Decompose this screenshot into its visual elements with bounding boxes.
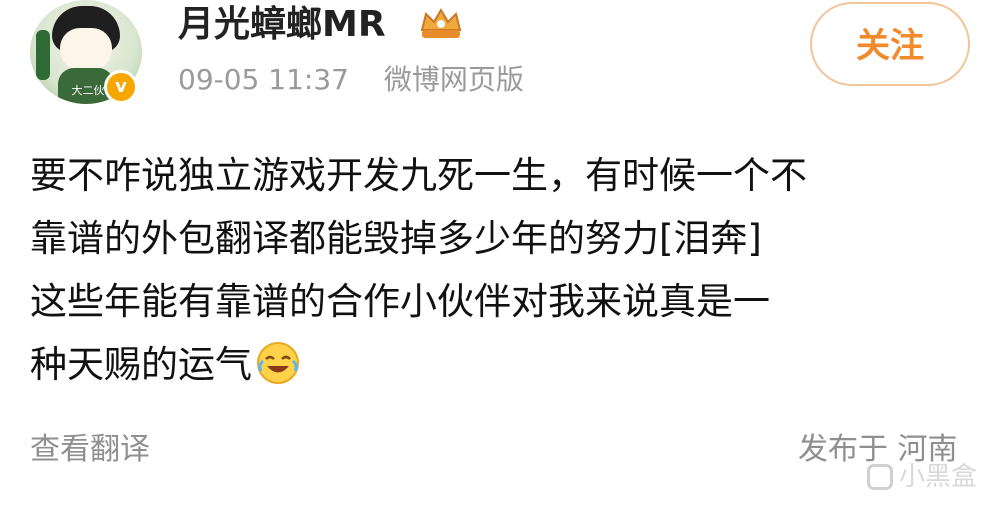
post-content-line: 种天赐的运气	[30, 343, 252, 386]
post-source: 微博网页版	[383, 63, 524, 96]
post-content-line: 这些年能有靠谱的合作小伙伴对我来说真是一	[30, 280, 770, 323]
avatar-face-decor	[60, 28, 112, 70]
crown-badge-icon[interactable]	[418, 6, 464, 42]
watermark: 小黑盒	[866, 462, 977, 492]
follow-button[interactable]: 关注	[810, 2, 970, 86]
post-content-line: 靠谱的外包翻译都能毁掉多少年的努力[泪奔]	[30, 217, 762, 260]
heybox-logo-icon	[866, 464, 893, 490]
post-meta: 09-05 11:37 微博网页版	[178, 62, 524, 98]
post-content-line-last: 种天赐的运气	[30, 333, 975, 396]
post-content-line: 要不咋说独立游戏开发九死一生，有时候一个不	[30, 154, 807, 197]
verified-v-icon: v	[104, 70, 138, 104]
post-timestamp: 09-05 11:37	[178, 63, 349, 96]
view-translation-link[interactable]: 查看翻译	[30, 430, 150, 470]
laugh-cry-emoji-icon	[257, 342, 299, 384]
watermark-text: 小黑盒	[898, 462, 977, 492]
username[interactable]: 月光蟑螂MR	[178, 2, 386, 48]
post-content: 要不咋说独立游戏开发九死一生，有时候一个不 靠谱的外包翻译都能毁掉多少年的努力[…	[30, 144, 975, 396]
avatar-bottle-decor	[36, 30, 50, 80]
